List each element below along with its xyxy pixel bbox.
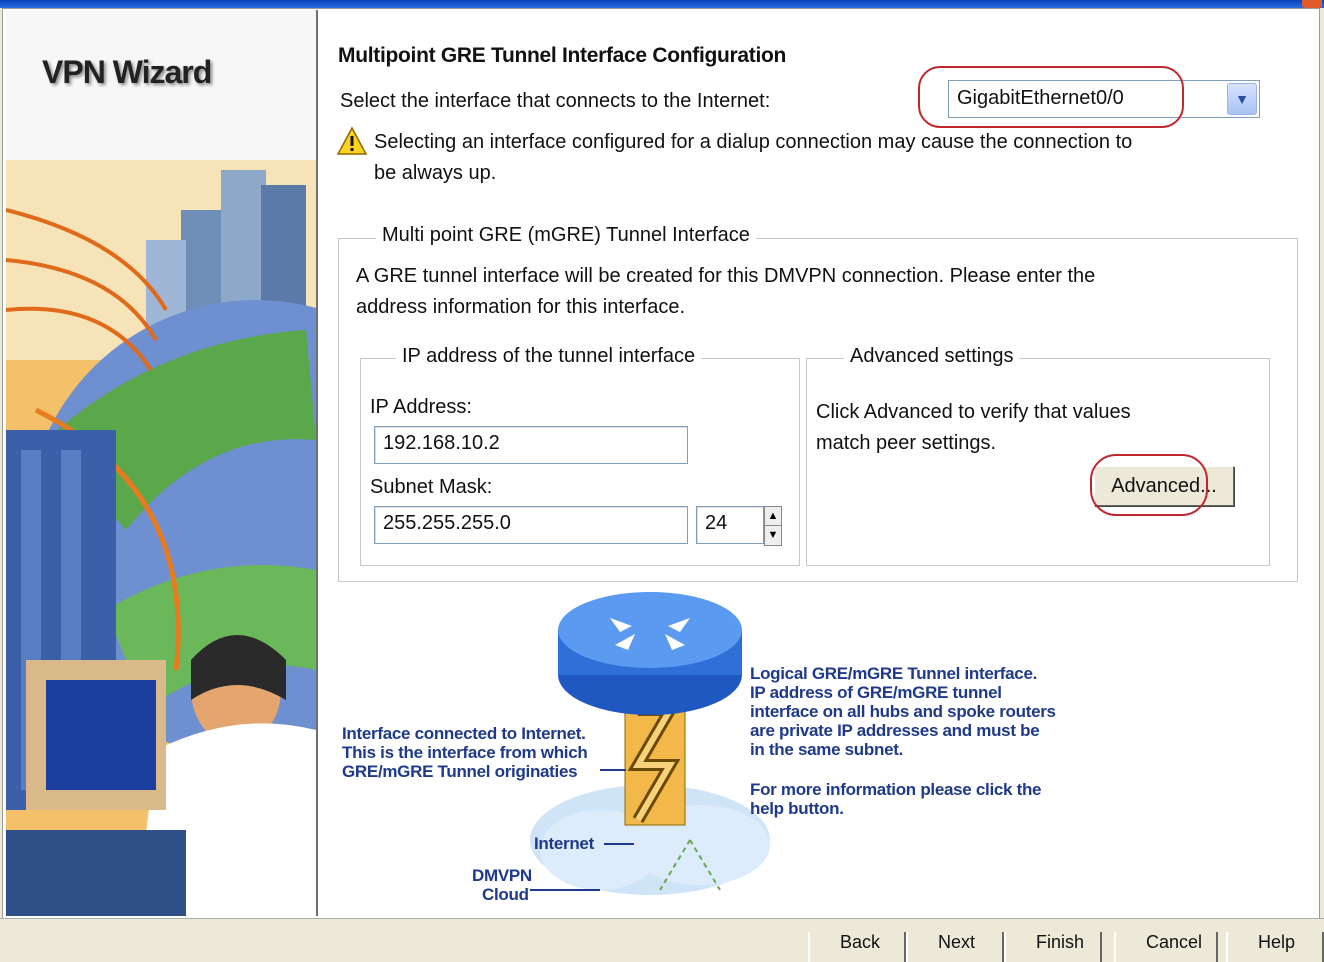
prefix-length-value: 24 xyxy=(705,512,728,534)
diagram-dmvpn-label: DMVPN xyxy=(472,866,532,885)
prefix-length-stepper[interactable]: ▲ ▼ xyxy=(764,506,782,546)
diagram-left-line3: GRE/mGRE Tunnel originaties xyxy=(342,762,578,781)
diagram-left-line2: This is the interface from which xyxy=(342,743,588,762)
advanced-text-line2: match peer settings. xyxy=(816,432,997,454)
ip-address-input[interactable]: 192.168.10.2 xyxy=(374,426,688,464)
diagram-internet-label: Internet xyxy=(534,834,594,853)
chevron-down-icon[interactable]: ▼ xyxy=(1227,83,1257,115)
warning-icon xyxy=(336,126,368,155)
spin-down-icon[interactable]: ▼ xyxy=(765,526,781,544)
diagram-right-line6: For more information please click the xyxy=(750,780,1042,799)
highlight-circle-advanced xyxy=(1090,454,1208,516)
diagram-right-line1: Logical GRE/mGRE Tunnel interface. xyxy=(750,664,1038,683)
warning-text-line1: Selecting an interface configured for a … xyxy=(374,131,1133,153)
subnet-mask-input[interactable]: 255.255.255.0 xyxy=(374,506,688,544)
spin-up-icon[interactable]: ▲ xyxy=(765,507,781,526)
diagram-right-line5: in the same subnet. xyxy=(750,740,904,759)
mgre-description-line2: address information for this interface. xyxy=(356,296,686,318)
wizard-title: VPN Wizard xyxy=(42,54,212,90)
subnet-mask-label: Subnet Mask: xyxy=(370,476,493,498)
sidebar-illustration xyxy=(6,160,316,916)
advanced-text-line1: Click Advanced to verify that values xyxy=(816,401,1131,423)
window-title-bar xyxy=(0,0,1324,8)
close-icon[interactable] xyxy=(1302,0,1322,8)
subnet-mask-value: 255.255.255.0 xyxy=(383,512,511,534)
help-button[interactable]: Help xyxy=(1226,932,1324,962)
advanced-legend: Advanced settings xyxy=(844,345,1020,368)
mgre-description-line1: A GRE tunnel interface will be created f… xyxy=(356,265,1096,287)
tunnel-ip-legend: IP address of the tunnel interface xyxy=(396,345,702,368)
diagram-cloud-leader xyxy=(530,889,600,891)
mgre-legend: Multi point GRE (mGRE) Tunnel Interface xyxy=(376,224,756,247)
diagram-cloud-label: Cloud xyxy=(482,885,529,904)
warning-text-line2: be always up. xyxy=(374,162,497,184)
finish-button[interactable]: Finish xyxy=(1004,932,1102,962)
highlight-circle-interface xyxy=(918,66,1184,128)
diagram-leader-lines xyxy=(600,769,634,845)
ip-address-value: 192.168.10.2 xyxy=(383,432,500,454)
cancel-button[interactable]: Cancel xyxy=(1114,932,1218,962)
next-button[interactable]: Next xyxy=(906,932,1004,962)
ip-address-label: IP Address: xyxy=(370,396,472,418)
back-button[interactable]: Back xyxy=(808,932,906,962)
prefix-length-input[interactable]: 24 xyxy=(696,506,764,544)
diagram-right-line7: help button. xyxy=(750,799,844,818)
page-heading: Multipoint GRE Tunnel Interface Configur… xyxy=(338,44,787,67)
diagram-right-line3: interface on all hubs and spoke routers xyxy=(750,702,1056,721)
interface-select-label: Select the interface that connects to th… xyxy=(340,90,771,112)
wizard-sidebar: VPN Wizard xyxy=(6,10,318,916)
diagram-right-line2: IP address of GRE/mGRE tunnel xyxy=(750,683,1002,702)
diagram-right-line4: are private IP addresses and must be xyxy=(750,721,1040,740)
diagram-left-line1: Interface connected to Internet. xyxy=(342,724,586,743)
